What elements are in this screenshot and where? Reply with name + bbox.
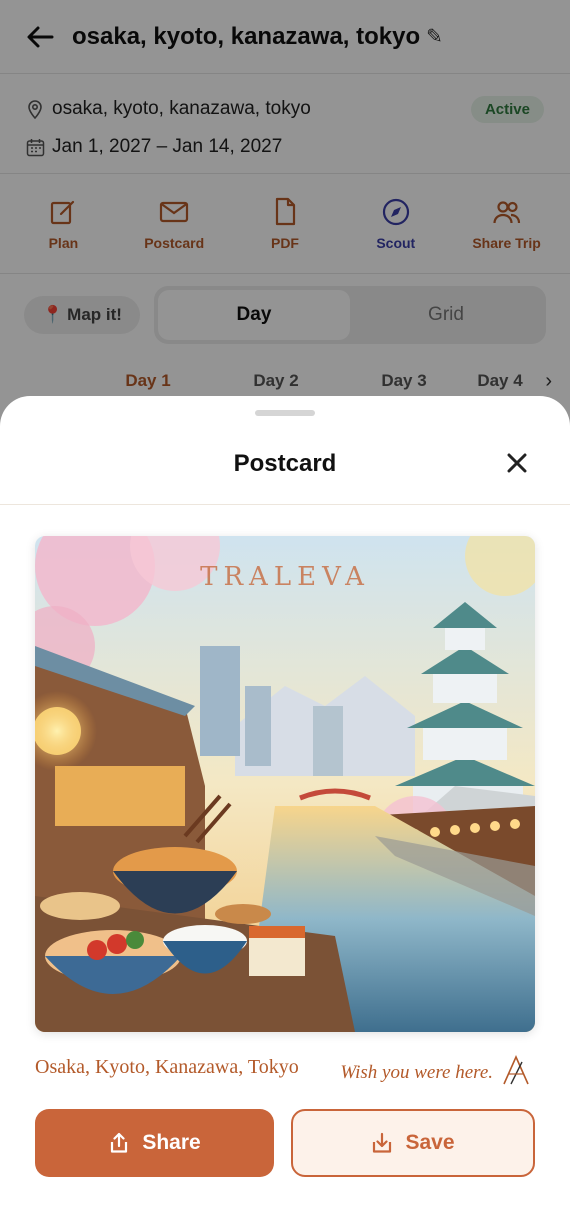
close-button[interactable] [504, 450, 530, 476]
sheet-grabber[interactable] [255, 410, 315, 416]
sheet-title: Postcard [233, 450, 337, 477]
save-button[interactable]: Save [291, 1109, 535, 1177]
postcard-caption: Osaka, Kyoto, Kanazawa, Tokyo Wish you w… [35, 1048, 535, 1088]
postcard-image: TRALEVA [35, 536, 535, 1032]
share-button[interactable]: Share [35, 1109, 274, 1177]
share-icon [111, 1132, 128, 1153]
postcard-illustration [35, 536, 535, 1032]
close-icon [507, 453, 527, 473]
download-icon [373, 1132, 392, 1153]
save-label: Save [405, 1131, 455, 1154]
sheet-divider [0, 504, 570, 505]
caption-locations: Osaka, Kyoto, Kanazawa, Tokyo [35, 1056, 299, 1078]
signature-logo-icon [503, 1055, 529, 1085]
caption-greeting: Wish you were here. [340, 1062, 493, 1083]
postcard-watermark: TRALEVA [200, 562, 370, 592]
postcard-sheet: Postcard TRALEVA Osaka, Kyoto, Kanazawa,… [0, 396, 570, 1226]
share-label: Share [142, 1131, 201, 1154]
